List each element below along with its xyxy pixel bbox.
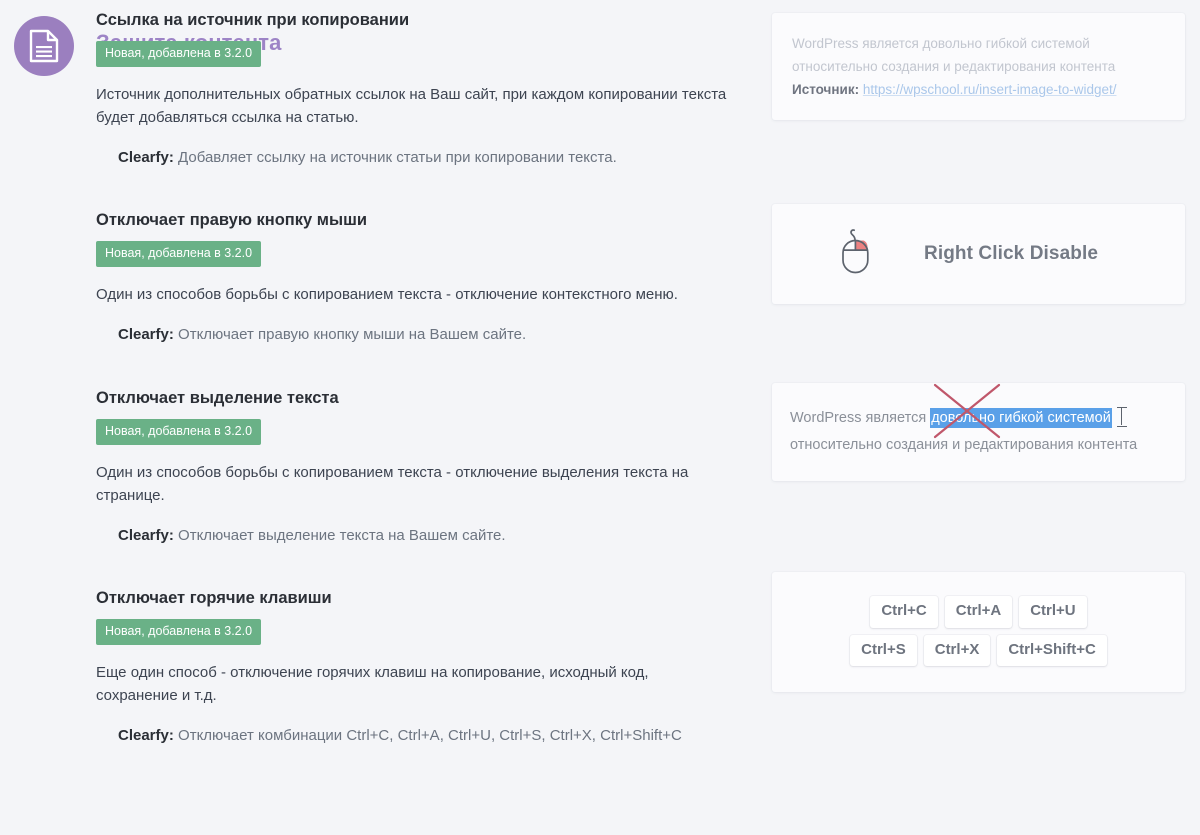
hotkey-chip: Ctrl+S <box>850 634 917 666</box>
selection-prefix: WordPress является <box>790 410 931 426</box>
section-title: Отключает горячие клавиши <box>96 589 332 607</box>
section-text-block: Ссылка на источник при копировании Новая… <box>96 10 756 170</box>
clearfy-label: Clearfy: <box>118 149 174 167</box>
section-text-block: Отключает горячие клавиши Новая, добавле… <box>96 588 756 748</box>
version-badge: Новая, добавлена в 3.2.0 <box>96 241 262 267</box>
section-description: Источник дополнительных обратных ссылок … <box>96 85 727 127</box>
selected-text: довольно гибкой системой <box>930 408 1112 428</box>
clearfy-note: Clearfy: Отключает выделение текста на В… <box>96 525 756 548</box>
hotkeys-preview: Ctrl+C Ctrl+A Ctrl+U Ctrl+S Ctrl+X Ctrl+… <box>772 572 1185 692</box>
hotkey-chip: Ctrl+A <box>944 596 1013 628</box>
selection-line-2: относительно создания и редактирования к… <box>790 436 1138 453</box>
section-description: Еще один способ - отключение горячих кла… <box>96 663 649 705</box>
section-description: Один из способов борьбы с копированием т… <box>96 285 678 303</box>
right-click-disable-label: Right Click Disable <box>924 243 1098 264</box>
clearfy-text: Добавляет ссылку на источник статьи при … <box>178 149 617 167</box>
version-badge: Новая, добавлена в 3.2.0 <box>96 419 262 445</box>
section-text-block: Отключает правую кнопку мыши Новая, доба… <box>96 210 756 347</box>
content-protection-page: Защита контента Ссылка на источник при к… <box>0 0 1200 835</box>
mouse-icon <box>834 227 876 282</box>
section-source-link-on-copy: Ссылка на источник при копировании Новая… <box>0 0 1200 200</box>
section-disable-hotkeys: Отключает горячие клавиши Новая, добавле… <box>0 572 1200 744</box>
clearfy-text: Отключает выделение текста на Вашем сайт… <box>178 527 506 545</box>
clearfy-note: Clearfy: Отключает комбинации Ctrl+C, Ct… <box>96 725 756 748</box>
source-label: Источник: <box>792 82 860 98</box>
hotkey-chip: Ctrl+X <box>923 634 991 666</box>
preview-line-1: WordPress является довольно гибкой систе… <box>792 36 1090 51</box>
preview-panel-right-click-disable: Right Click Disable <box>772 204 1185 304</box>
hotkey-row: Ctrl+S Ctrl+X Ctrl+Shift+C <box>850 634 1107 666</box>
clearfy-label: Clearfy: <box>118 527 174 545</box>
selection-line-1: WordPress является довольно гибкой систе… <box>790 405 1167 432</box>
section-disable-right-click: Отключает правую кнопку мыши Новая, доба… <box>0 200 1200 378</box>
hotkey-chip: Ctrl+C <box>870 596 938 628</box>
version-badge: Новая, добавлена в 3.2.0 <box>96 41 262 67</box>
preview-panel-hotkeys: Ctrl+C Ctrl+A Ctrl+U Ctrl+S Ctrl+X Ctrl+… <box>772 572 1185 692</box>
hotkey-chip: Ctrl+U <box>1019 596 1087 628</box>
right-click-disable-preview: Right Click Disable <box>772 204 1185 304</box>
source-link-preview: WordPress является довольно гибкой систе… <box>772 13 1185 120</box>
section-description: Один из способов борьбы с копированием т… <box>96 463 689 505</box>
clearfy-label: Clearfy: <box>118 727 174 745</box>
hotkey-chip: Ctrl+Shift+C <box>997 634 1107 666</box>
preview-source-row: Источник: https://wpschool.ru/insert-ima… <box>792 78 1165 101</box>
preview-panel-text-selection: WordPress является довольно гибкой систе… <box>772 383 1185 481</box>
preview-line-2: относительно создания и редактирования к… <box>792 59 1116 75</box>
section-title: Ссылка на источник при копировании <box>96 11 410 29</box>
section-title: Отключает правую кнопку мыши <box>96 211 367 229</box>
preview-panel-source-link: WordPress является довольно гибкой систе… <box>772 13 1185 120</box>
source-url-link[interactable]: https://wpschool.ru/insert-image-to-widg… <box>863 82 1117 97</box>
section-title: Отключает выделение текста <box>96 389 339 407</box>
section-text-block: Отключает выделение текста Новая, добавл… <box>96 388 756 548</box>
version-badge: Новая, добавлена в 3.2.0 <box>96 619 262 645</box>
text-cursor-icon <box>1116 407 1127 427</box>
section-disable-text-selection: Отключает выделение текста Новая, добавл… <box>0 378 1200 578</box>
clearfy-note: Clearfy: Добавляет ссылку на источник ст… <box>96 147 756 170</box>
hotkey-row: Ctrl+C Ctrl+A Ctrl+U <box>870 596 1087 628</box>
clearfy-label: Clearfy: <box>118 326 174 344</box>
clearfy-text: Отключает комбинации Ctrl+C, Ctrl+A, Ctr… <box>178 727 682 745</box>
clearfy-note: Clearfy: Отключает правую кнопку мыши на… <box>96 324 756 347</box>
text-selection-preview: WordPress является довольно гибкой систе… <box>772 383 1185 481</box>
clearfy-text: Отключает правую кнопку мыши на Вашем са… <box>178 326 527 344</box>
